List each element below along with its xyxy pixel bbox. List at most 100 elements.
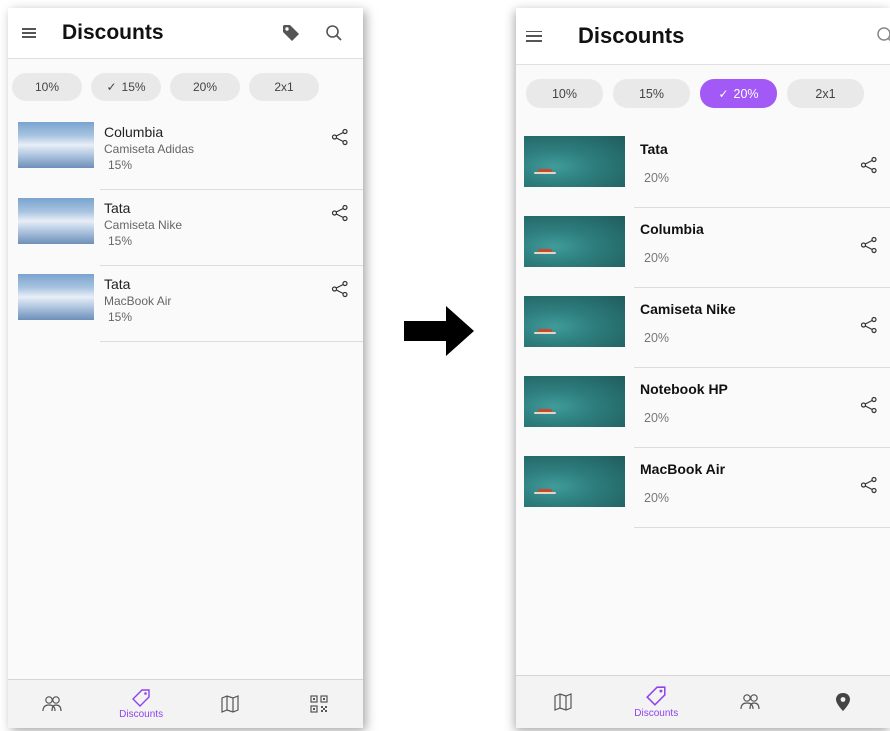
search-icon[interactable] — [876, 26, 890, 46]
filter-chip-10[interactable]: 10% — [12, 73, 82, 101]
list-item[interactable]: MacBook Air 20% — [516, 448, 890, 528]
transition-arrow-icon — [404, 306, 474, 361]
chip-label: 2x1 — [815, 86, 836, 101]
list-item[interactable]: Notebook HP 20% — [516, 368, 890, 448]
item-title: Notebook HP — [640, 381, 728, 397]
filter-chips: 10% 15% ✓ 20% 2x1 — [526, 79, 890, 108]
chip-label: 15% — [638, 86, 665, 101]
location-pin-icon — [836, 693, 851, 711]
item-discount: 15% — [108, 234, 133, 248]
left-phone-screen: Discounts 10% ✓ 15% 20% 2x1 Columbia Cam… — [8, 8, 363, 728]
item-discount: 15% — [108, 158, 133, 172]
chip-label: 20% — [192, 80, 218, 94]
share-icon[interactable] — [860, 316, 878, 339]
share-icon[interactable] — [331, 280, 349, 303]
search-icon[interactable] — [325, 24, 343, 42]
nav-discounts[interactable]: Discounts — [101, 688, 181, 720]
item-title: Columbia — [640, 221, 704, 237]
app-bar: Discounts — [8, 8, 363, 59]
discount-list: Columbia Camiseta Adidas 15% Tata Camise… — [8, 114, 363, 342]
item-text: Tata 20% — [640, 141, 669, 185]
item-title: Tata — [104, 200, 131, 216]
chip-label: 2x1 — [274, 80, 294, 94]
check-icon: ✓ — [718, 86, 729, 101]
people-icon — [42, 696, 62, 712]
boat-image — [534, 249, 556, 254]
nav-map[interactable] — [190, 694, 270, 714]
chip-label: 10% — [34, 80, 60, 94]
item-discount: 20% — [644, 171, 670, 185]
list-item[interactable]: Tata MacBook Air 15% — [8, 266, 363, 342]
bottom-navigation: Discounts — [8, 679, 363, 728]
nav-label: Discounts — [119, 709, 164, 720]
boat-image — [534, 409, 556, 414]
share-icon[interactable] — [860, 476, 878, 499]
item-title: Tata — [104, 276, 131, 292]
app-bar-actions — [281, 8, 343, 58]
item-text: Tata MacBook Air 15% — [104, 276, 171, 324]
boat-image — [534, 489, 556, 494]
app-title: Discounts — [578, 23, 685, 48]
filter-chip-2x1[interactable]: 2x1 — [249, 73, 319, 101]
bottom-navigation: Discounts — [516, 675, 890, 728]
app-bar: Discounts — [516, 8, 890, 65]
item-text: Tata Camiseta Nike 15% — [104, 200, 182, 248]
list-item[interactable]: Columbia Camiseta Adidas 15% — [8, 114, 363, 190]
item-text: Notebook HP 20% — [640, 381, 728, 425]
boat-image — [534, 329, 556, 334]
item-thumbnail — [18, 198, 94, 244]
list-item[interactable]: Tata 20% — [516, 128, 890, 208]
chip-label: 15% — [121, 80, 146, 94]
divider — [100, 341, 363, 342]
list-item[interactable]: Tata Camiseta Nike 15% — [8, 190, 363, 266]
filter-chip-15[interactable]: ✓ 15% — [91, 73, 161, 101]
item-discount: 15% — [108, 310, 133, 324]
map-icon — [221, 695, 239, 713]
item-subtitle: Camiseta Nike — [104, 218, 183, 232]
filter-chip-20[interactable]: ✓ 20% — [700, 79, 777, 108]
filter-chips: 10% ✓ 15% 20% 2x1 — [12, 73, 363, 101]
nav-map[interactable] — [523, 692, 603, 712]
discount-tag-icon — [132, 689, 150, 707]
share-icon[interactable] — [331, 128, 349, 151]
list-item[interactable]: Columbia 20% — [516, 208, 890, 288]
people-icon — [740, 694, 760, 710]
nav-location[interactable] — [803, 692, 883, 712]
nav-people[interactable] — [12, 694, 92, 714]
right-phone-screen: Discounts 10% 15% ✓ 20% 2x1 Tata 20% Col… — [516, 8, 890, 728]
share-icon[interactable] — [331, 204, 349, 227]
item-text: Columbia 20% — [640, 221, 704, 265]
list-item[interactable]: Camiseta Nike 20% — [516, 288, 890, 368]
filter-chip-2x1[interactable]: 2x1 — [787, 79, 864, 108]
boat-image — [534, 169, 556, 174]
discount-list: Tata 20% Columbia 20% Camiseta Nike 20% … — [516, 128, 890, 528]
nav-people[interactable] — [710, 692, 790, 712]
filter-chip-20[interactable]: 20% — [170, 73, 240, 101]
item-title: Columbia — [104, 124, 164, 140]
nav-discounts[interactable]: Discounts — [616, 685, 696, 719]
filter-chip-10[interactable]: 10% — [526, 79, 603, 108]
item-subtitle: MacBook Air — [104, 294, 172, 308]
menu-icon[interactable] — [526, 30, 542, 42]
item-thumbnail — [524, 216, 625, 267]
item-title: MacBook Air — [640, 461, 726, 477]
check-icon: ✓ — [106, 80, 117, 94]
app-bar-actions — [876, 8, 890, 64]
menu-icon[interactable] — [22, 28, 36, 38]
filter-chip-15[interactable]: 15% — [613, 79, 690, 108]
discount-tag-icon — [646, 686, 666, 706]
qr-code-icon — [310, 695, 328, 713]
item-title: Tata — [640, 141, 668, 157]
item-thumbnail — [524, 456, 625, 507]
share-icon[interactable] — [860, 156, 878, 179]
item-discount: 20% — [644, 411, 670, 425]
nav-label: Discounts — [634, 708, 679, 719]
item-discount: 20% — [644, 331, 670, 345]
share-icon[interactable] — [860, 396, 878, 419]
tag-icon[interactable] — [281, 23, 301, 43]
item-title: Camiseta Nike — [640, 301, 736, 317]
item-subtitle: Camiseta Adidas — [104, 142, 195, 156]
nav-qr[interactable] — [279, 694, 359, 714]
share-icon[interactable] — [860, 236, 878, 259]
item-thumbnail — [18, 122, 94, 168]
